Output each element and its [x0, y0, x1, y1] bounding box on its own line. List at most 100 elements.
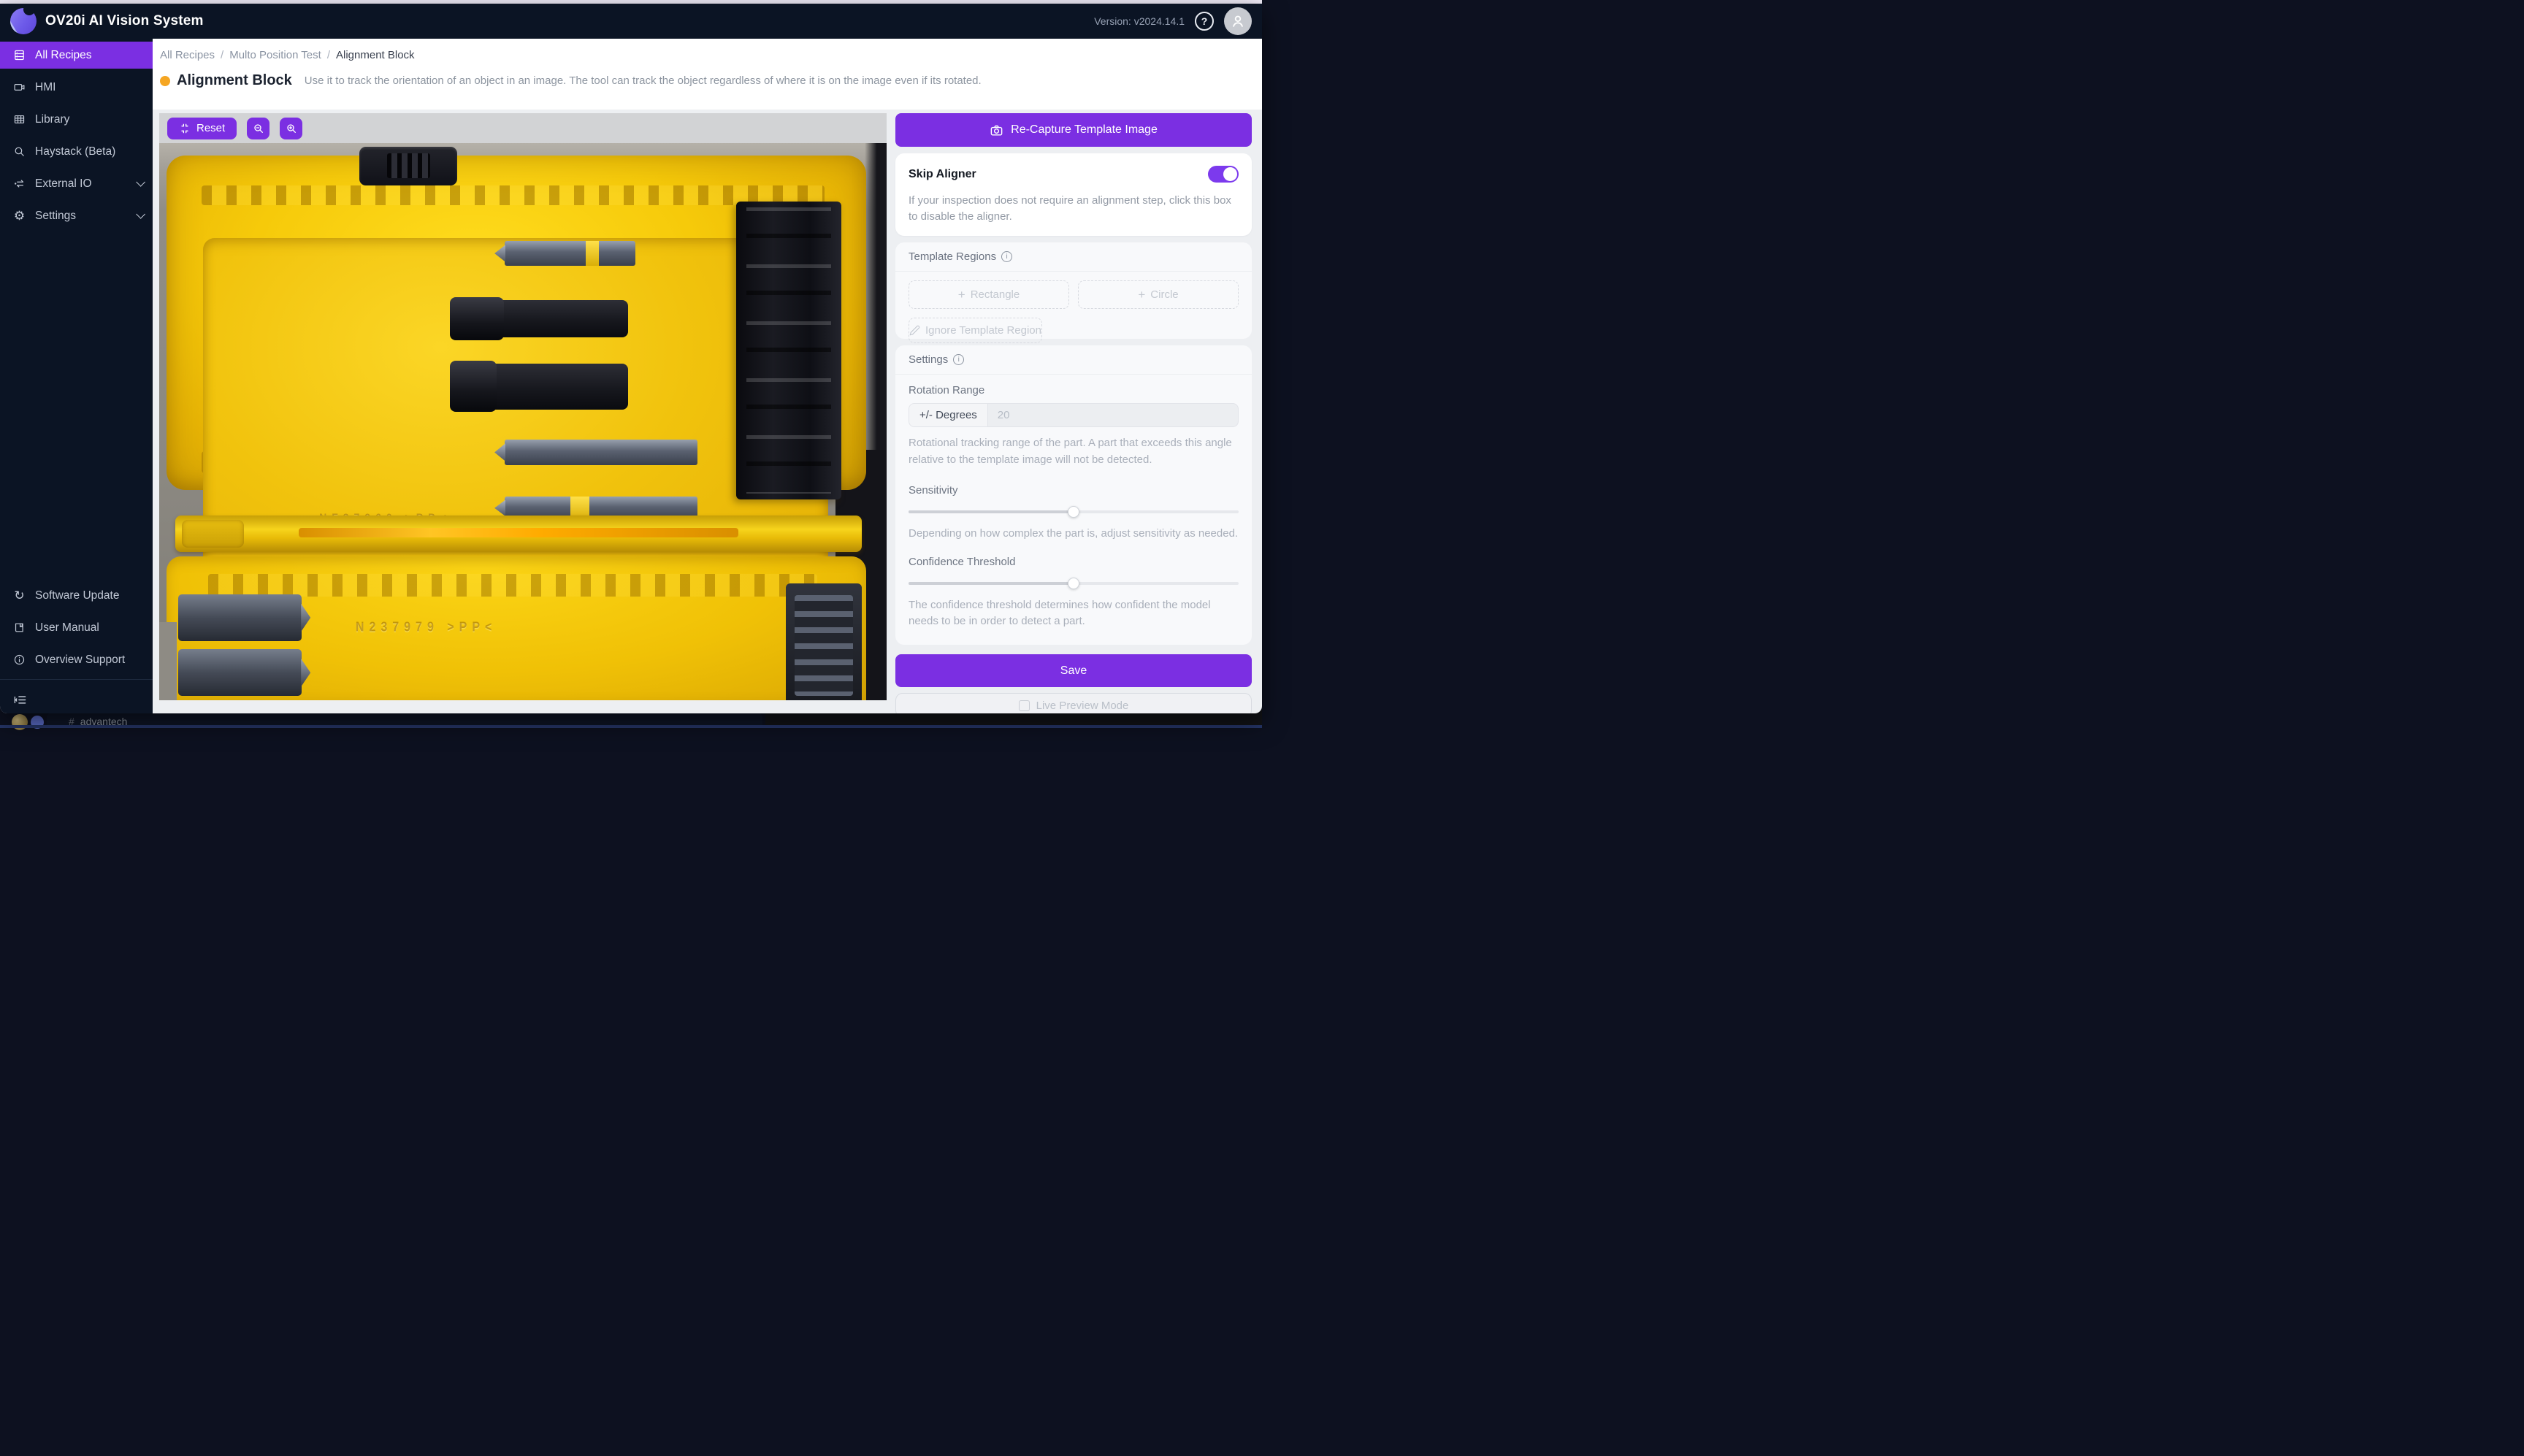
block-status-dot: [160, 76, 170, 86]
live-preview-mode-button[interactable]: Live Preview Mode: [895, 693, 1252, 713]
detent-ball: [462, 381, 469, 388]
skip-aligner-label: Skip Aligner: [909, 168, 976, 181]
info-icon[interactable]: i: [1001, 251, 1012, 262]
page-title: Alignment Block: [177, 72, 292, 89]
sidebar-item-software-update[interactable]: ↻ Software Update: [0, 582, 153, 609]
hmi-camera-icon: [13, 81, 26, 93]
rotation-range-input-group: +/- Degrees 20: [909, 403, 1239, 427]
viewer-toolbar: Reset: [159, 113, 887, 143]
template-image-canvas[interactable]: NF37960 >PP< N237979 >PP<: [159, 143, 887, 700]
bit-holder-rail: [736, 202, 841, 499]
user-avatar[interactable]: [1224, 7, 1252, 35]
app-title: OV20i AI Vision System: [45, 13, 204, 29]
zoom-in-button[interactable]: [280, 118, 302, 139]
sidebar-footer: ↻ Software Update User Manual Overview S…: [0, 582, 153, 713]
bottom-left-bits: [178, 594, 302, 700]
page-description: Use it to track the orientation of an ob…: [305, 74, 982, 87]
sidebar-item-overview-support[interactable]: Overview Support: [0, 646, 153, 673]
zoom-out-button[interactable]: [247, 118, 269, 139]
ignore-template-region-button[interactable]: Ignore Template Region: [909, 318, 1042, 343]
slider-fill: [909, 510, 1074, 513]
info-icon: [13, 654, 26, 666]
sensitivity-label: Sensitivity: [909, 484, 1239, 497]
gear-icon: ⚙: [13, 210, 26, 222]
sidebar-collapse-button[interactable]: [0, 686, 153, 713]
reset-view-label: Reset: [196, 122, 225, 134]
confidence-threshold-help: The confidence threshold determines how …: [909, 597, 1239, 630]
breadcrumb-separator: /: [221, 49, 223, 61]
sidebar-item-library[interactable]: Library: [0, 106, 153, 133]
chevron-down-icon: [136, 210, 145, 219]
sensitivity-slider[interactable]: [909, 506, 1239, 518]
sidebar-item-label: Software Update: [35, 589, 119, 602]
sidebar-item-label: Library: [35, 113, 69, 126]
breadcrumb: All Recipes / Multo Position Test / Alig…: [160, 49, 1262, 61]
zoom-out-icon: [253, 123, 264, 134]
sidebar-item-label: User Manual: [35, 621, 99, 635]
toggle-knob: [1223, 167, 1237, 181]
skip-aligner-description: If your inspection does not require an a…: [909, 193, 1239, 225]
image-viewer: Reset NF: [159, 113, 887, 700]
embossed-part-number-lower: N237979 >PP<: [356, 620, 497, 635]
live-preview-label: Live Preview Mode: [1036, 700, 1129, 712]
save-label: Save: [1060, 664, 1087, 678]
background-taskbar-edge: [0, 725, 1262, 728]
sidebar-item-haystack[interactable]: Haystack (Beta): [0, 138, 153, 165]
info-icon[interactable]: i: [953, 354, 964, 365]
breadcrumb-all-recipes[interactable]: All Recipes: [160, 49, 215, 61]
recapture-template-button[interactable]: Re-Capture Template Image: [895, 113, 1252, 147]
add-rectangle-region-button[interactable]: + Rectangle: [909, 280, 1069, 309]
collapse-sidebar-icon: [13, 693, 27, 707]
rotation-range-input[interactable]: 20: [988, 404, 1238, 426]
confidence-threshold-label: Confidence Threshold: [909, 556, 1239, 568]
torx-bit: [505, 241, 635, 266]
confidence-threshold-slider[interactable]: [909, 578, 1239, 589]
sidebar-item-all-recipes[interactable]: All Recipes: [0, 42, 153, 69]
sensitivity-help: Depending on how complex the part is, ad…: [909, 526, 1239, 543]
sidebar: All Recipes HMI Library Haystack (Beta) …: [0, 39, 153, 713]
save-button[interactable]: Save: [895, 654, 1252, 687]
aligner-settings-card: Settings i Rotation Range +/- Degrees 20…: [895, 345, 1252, 645]
rotation-range-help: Rotational tracking range of the part. A…: [909, 435, 1239, 468]
photo-background-patch: [159, 622, 177, 700]
phillips-bit: [505, 440, 697, 465]
template-regions-card: Template Regions i + Rectangle + Circle: [895, 242, 1252, 339]
skip-aligner-toggle[interactable]: [1208, 166, 1239, 183]
sidebar-item-user-manual[interactable]: User Manual: [0, 614, 153, 641]
library-grid-icon: [13, 113, 26, 126]
socket-adapter: [450, 364, 628, 410]
sidebar-item-settings[interactable]: ⚙ Settings: [0, 202, 153, 229]
bottom-right-bit-block: [786, 583, 863, 700]
add-circle-region-button[interactable]: + Circle: [1078, 280, 1239, 309]
sidebar-divider: [0, 679, 153, 680]
plus-icon: +: [1138, 288, 1145, 301]
breadcrumb-separator: /: [327, 49, 330, 61]
add-circle-label: Circle: [1150, 288, 1178, 301]
app-header: OV20i AI Vision System Version: v2024.14…: [0, 4, 1262, 39]
slider-thumb[interactable]: [1068, 578, 1079, 589]
plus-icon: +: [958, 288, 965, 301]
recipes-icon: [13, 49, 26, 61]
sidebar-item-label: Overview Support: [35, 654, 125, 667]
toolcase-latch: [359, 147, 457, 185]
rotation-range-label: Rotation Range: [909, 384, 1239, 396]
zoom-in-icon: [286, 123, 297, 134]
breadcrumb-multo-position-test[interactable]: Multo Position Test: [229, 49, 321, 61]
sidebar-item-label: Settings: [35, 210, 76, 223]
live-preview-checkbox[interactable]: [1019, 700, 1030, 711]
sidebar-item-hmi[interactable]: HMI: [0, 74, 153, 101]
app-window: OV20i AI Vision System Version: v2024.14…: [0, 4, 1262, 713]
toolcase-hinge: [175, 516, 862, 552]
template-regions-title: Template Regions: [909, 250, 996, 263]
reset-view-button[interactable]: Reset: [167, 118, 237, 139]
sidebar-item-external-io[interactable]: External IO: [0, 170, 153, 197]
content-header: All Recipes / Multo Position Test / Alig…: [153, 39, 1262, 110]
aligner-panel: Re-Capture Template Image Skip Aligner I…: [895, 113, 1252, 713]
version-label: Version: v2024.14.1: [1094, 15, 1185, 27]
slider-thumb[interactable]: [1068, 506, 1079, 518]
recapture-template-label: Re-Capture Template Image: [1011, 123, 1158, 137]
reset-view-icon: [179, 123, 191, 134]
socket-adapter-large: [450, 300, 628, 337]
help-icon[interactable]: ?: [1195, 12, 1214, 31]
skip-aligner-card: Skip Aligner If your inspection does not…: [895, 153, 1252, 236]
